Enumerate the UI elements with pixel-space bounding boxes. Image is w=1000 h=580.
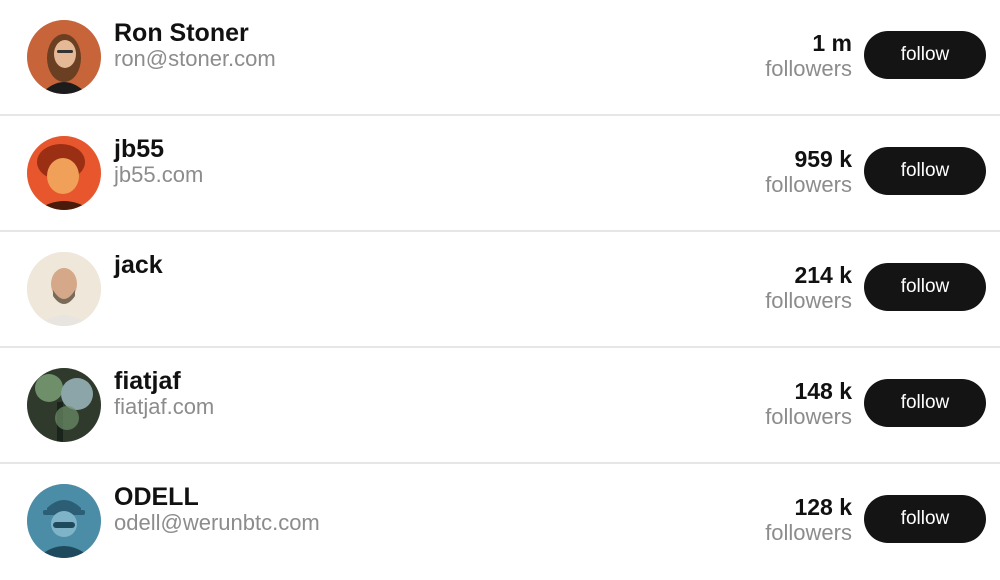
user-row[interactable]: jb55 jb55.com 959 k followers follow [0, 116, 1000, 232]
user-row[interactable]: fiatjaf fiatjaf.com 148 k followers foll… [0, 348, 1000, 464]
follower-stats: 959 k followers [765, 146, 852, 198]
follower-stats: 128 k followers [765, 494, 852, 546]
avatar[interactable] [27, 136, 101, 210]
follower-count: 959 k [794, 146, 852, 172]
user-handle: fiatjaf.com [114, 394, 215, 419]
avatar-image [27, 484, 101, 558]
follower-count: 1 m [812, 30, 852, 56]
user-row[interactable]: ODELL odell@werunbtc.com 128 k followers… [0, 464, 1000, 580]
user-name[interactable]: ODELL [114, 482, 199, 512]
follow-button[interactable]: follow [864, 147, 986, 195]
user-name[interactable]: Ron Stoner [114, 18, 249, 48]
user-handle: odell@werunbtc.com [114, 510, 320, 535]
avatar-image [27, 252, 101, 326]
avatar[interactable] [27, 252, 101, 326]
avatar-image [27, 136, 101, 210]
avatar[interactable] [27, 368, 101, 442]
follow-button[interactable]: follow [864, 31, 986, 79]
avatar-image [27, 368, 101, 442]
followers-label: followers [765, 288, 852, 313]
follower-stats: 1 m followers [765, 30, 852, 82]
user-name[interactable]: fiatjaf [114, 366, 181, 396]
follower-count: 214 k [794, 262, 852, 288]
user-name[interactable]: jack [114, 250, 163, 280]
follow-button[interactable]: follow [864, 495, 986, 543]
avatar[interactable] [27, 20, 101, 94]
followers-label: followers [765, 404, 852, 429]
avatar[interactable] [27, 484, 101, 558]
user-name[interactable]: jb55 [114, 134, 164, 164]
follow-button[interactable]: follow [864, 263, 986, 311]
user-list: Ron Stoner ron@stoner.com 1 m followers … [0, 0, 1000, 573]
follow-button[interactable]: follow [864, 379, 986, 427]
followers-label: followers [765, 172, 852, 197]
follower-count: 148 k [794, 378, 852, 404]
user-handle: jb55.com [114, 162, 204, 187]
followers-label: followers [765, 56, 852, 81]
user-row[interactable]: jack 214 k followers follow [0, 232, 1000, 348]
followers-label: followers [765, 520, 852, 545]
avatar-image [27, 20, 101, 94]
follower-stats: 214 k followers [765, 262, 852, 314]
follower-stats: 148 k followers [765, 378, 852, 430]
user-handle: ron@stoner.com [114, 46, 276, 71]
user-row[interactable]: Ron Stoner ron@stoner.com 1 m followers … [0, 0, 1000, 116]
follower-count: 128 k [794, 494, 852, 520]
